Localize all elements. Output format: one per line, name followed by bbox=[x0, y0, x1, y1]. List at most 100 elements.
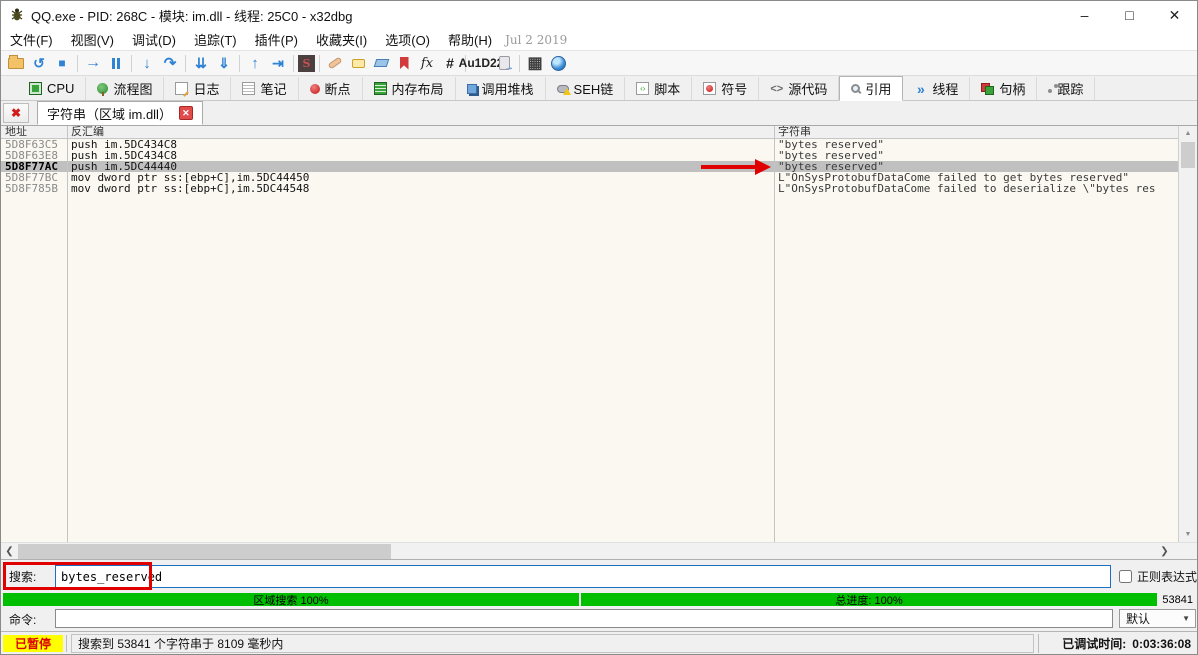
tab-label: 断点 bbox=[325, 79, 351, 98]
menu-bar: 文件(F) 视图(V) 调试(D) 追踪(T) 插件(P) 收藏夹(I) 选项(… bbox=[1, 29, 1197, 51]
tab-breakpoints[interactable]: 断点 bbox=[299, 77, 363, 100]
debug-time-value: 0:03:36:08 bbox=[1132, 637, 1191, 651]
string-cell: "bytes_reserved" bbox=[774, 139, 1197, 150]
column-divider[interactable] bbox=[774, 126, 775, 542]
tab-call-stack[interactable]: 调用堆栈 bbox=[456, 77, 546, 100]
command-input[interactable] bbox=[55, 609, 1113, 628]
vertical-scrollbar[interactable]: ▲ ▼ bbox=[1178, 126, 1197, 542]
menu-file[interactable]: 文件(F) bbox=[1, 29, 62, 51]
menu-debug[interactable]: 调试(D) bbox=[123, 29, 185, 51]
string-cell: L"OnSysProtobufDataCome failed to deseri… bbox=[774, 183, 1197, 194]
tab-handles[interactable]: 句柄 bbox=[970, 77, 1037, 100]
tab-label: 源代码 bbox=[788, 79, 827, 98]
scroll-up-icon[interactable]: ▲ bbox=[1179, 126, 1197, 141]
strings-doc-tab[interactable]: 字符串（区域 im.dll） ✕ bbox=[37, 101, 203, 125]
maximize-button[interactable]: □ bbox=[1107, 1, 1152, 29]
open-file-icon[interactable] bbox=[5, 53, 27, 74]
table-row[interactable]: 5D8F63E8 push im.5DC434C8 "bytes_reserve… bbox=[1, 150, 1197, 161]
tab-memory-map[interactable]: 内存布局 bbox=[363, 77, 456, 100]
trace-into-icon[interactable] bbox=[190, 53, 212, 74]
tab-label: CPU bbox=[47, 81, 74, 96]
column-header-string[interactable]: 字符串 bbox=[774, 126, 1197, 138]
comment-icon[interactable] bbox=[347, 53, 369, 74]
ascii-az-icon[interactable] bbox=[470, 53, 492, 74]
run-to-user-code-icon[interactable] bbox=[267, 53, 289, 74]
attach-icon[interactable] bbox=[493, 53, 515, 74]
tab-script[interactable]: 脚本 bbox=[625, 77, 692, 100]
handles-icon bbox=[981, 82, 994, 95]
scylla-icon[interactable] bbox=[298, 55, 315, 72]
breakpoint-icon bbox=[310, 84, 320, 94]
tab-references[interactable]: 引用 bbox=[839, 76, 903, 101]
table-row[interactable]: 5D8F63C5 push im.5DC434C8 "bytes_reserve… bbox=[1, 139, 1197, 150]
bug-app-icon bbox=[9, 7, 25, 23]
calculator-icon[interactable] bbox=[524, 53, 546, 74]
restart-icon[interactable] bbox=[28, 53, 50, 74]
tab-source[interactable]: 源代码 bbox=[759, 77, 839, 100]
scrollbar-thumb[interactable] bbox=[18, 544, 391, 559]
column-divider[interactable] bbox=[67, 126, 68, 542]
tab-log[interactable]: 日志 bbox=[164, 77, 231, 100]
table-row-selected[interactable]: 5D8F77AC push im.5DC44440 "bytes_reserve… bbox=[1, 161, 1197, 172]
tab-trace[interactable]: 跟踪 bbox=[1037, 77, 1095, 100]
tab-seh[interactable]: SEH链 bbox=[546, 77, 626, 100]
close-all-tabs-button[interactable]: ✖ bbox=[3, 103, 29, 123]
paused-status-badge: 已暂停 bbox=[3, 635, 63, 652]
scroll-down-icon[interactable]: ▼ bbox=[1179, 527, 1197, 542]
bookmark-icon[interactable] bbox=[393, 53, 415, 74]
seh-chain-icon bbox=[557, 85, 569, 93]
log-icon bbox=[175, 82, 188, 95]
table-row[interactable]: 5D8F77BC mov dword ptr ss:[ebp+C],im.5DC… bbox=[1, 172, 1197, 183]
menu-plugins[interactable]: 插件(P) bbox=[246, 29, 307, 51]
menu-view[interactable]: 视图(V) bbox=[62, 29, 123, 51]
table-row[interactable]: 5D8F785B mov dword ptr ss:[ebp+C],im.5DC… bbox=[1, 183, 1197, 194]
status-bar: 已暂停 搜索到 53841 个字符串于 8109 毫秒内 已调试时间: 0:03… bbox=[1, 631, 1197, 654]
profile-dropdown[interactable]: 默认 ▼ bbox=[1119, 609, 1196, 628]
step-into-icon[interactable] bbox=[136, 53, 158, 74]
script-icon bbox=[636, 82, 649, 95]
scroll-left-icon[interactable]: ❮ bbox=[1, 543, 18, 560]
horizontal-scrollbar[interactable]: ❮ ❯ bbox=[1, 542, 1197, 559]
function-fx-icon[interactable] bbox=[416, 53, 438, 74]
scroll-right-icon[interactable]: ❯ bbox=[1156, 543, 1173, 560]
patch-icon[interactable] bbox=[324, 53, 346, 74]
tab-notes[interactable]: 笔记 bbox=[231, 77, 298, 100]
toolbar-separator bbox=[293, 55, 294, 72]
tab-label: 线程 bbox=[932, 79, 958, 98]
toolbar-separator bbox=[185, 55, 186, 72]
symbol-icon bbox=[703, 82, 716, 95]
column-header-address[interactable]: 地址 bbox=[1, 126, 67, 138]
tab-threads[interactable]: 线程 bbox=[903, 77, 970, 100]
x32dbg-window: QQ.exe - PID: 268C - 模块: im.dll - 线程: 25… bbox=[0, 0, 1198, 655]
tab-label: 调用堆栈 bbox=[482, 79, 534, 98]
command-label: 命令: bbox=[9, 607, 36, 631]
run-icon[interactable] bbox=[82, 53, 104, 74]
main-tab-bar: CPU 流程图 日志 笔记 断点 内存布局 调用堆栈 SEH链 脚本 符号 源代… bbox=[1, 76, 1197, 101]
globe-icon[interactable] bbox=[547, 53, 569, 74]
menu-favourites[interactable]: 收藏夹(I) bbox=[307, 29, 376, 51]
tab-graph[interactable]: 流程图 bbox=[86, 77, 164, 100]
menu-options[interactable]: 选项(O) bbox=[376, 29, 439, 51]
column-header-disassembly[interactable]: 反汇编 bbox=[67, 126, 774, 138]
close-tab-icon[interactable]: ✕ bbox=[179, 106, 193, 120]
scrollbar-thumb[interactable] bbox=[1181, 142, 1195, 168]
toolbar-separator bbox=[77, 55, 78, 72]
trace-over-icon[interactable] bbox=[213, 53, 235, 74]
menu-trace[interactable]: 追踪(T) bbox=[185, 29, 246, 51]
tab-label: 笔记 bbox=[260, 79, 286, 98]
label-icon[interactable] bbox=[370, 53, 392, 74]
menu-help[interactable]: 帮助(H) bbox=[439, 29, 501, 51]
minimize-button[interactable]: – bbox=[1062, 1, 1107, 29]
search-input[interactable] bbox=[55, 565, 1111, 588]
tab-cpu[interactable]: CPU bbox=[18, 77, 86, 100]
total-progressbar: 总进度: 100% bbox=[581, 593, 1157, 606]
step-over-icon[interactable] bbox=[159, 53, 181, 74]
regex-checkbox[interactable] bbox=[1119, 570, 1132, 583]
pause-icon[interactable] bbox=[105, 53, 127, 74]
tab-symbols[interactable]: 符号 bbox=[692, 77, 759, 100]
close-button[interactable]: ✕ bbox=[1152, 1, 1197, 29]
address-cell: 5D8F63C5 bbox=[1, 139, 67, 150]
source-code-icon bbox=[770, 82, 783, 95]
stop-icon[interactable] bbox=[51, 53, 73, 74]
execute-till-return-icon[interactable] bbox=[244, 53, 266, 74]
